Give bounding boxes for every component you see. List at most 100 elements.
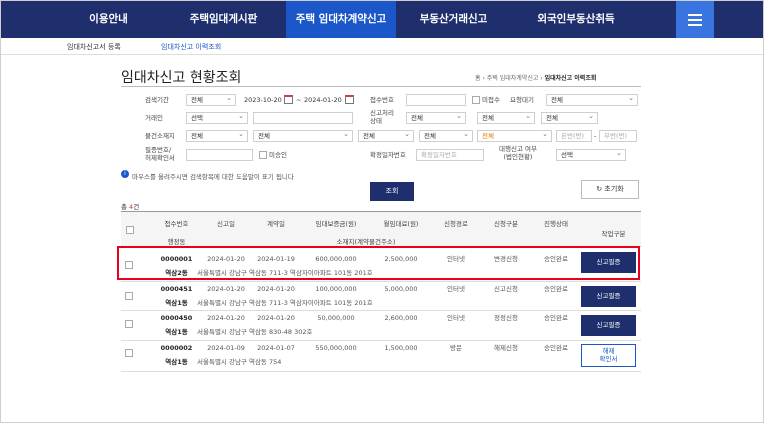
- th-contract-date: 계약일: [267, 220, 285, 228]
- addr-sido-select[interactable]: 전체: [186, 130, 248, 142]
- fixed-date-input[interactable]: 확정일자번호: [416, 149, 484, 161]
- nav-item-rent-report[interactable]: 주택 임대차계약신고: [286, 1, 396, 38]
- divider: [121, 310, 641, 311]
- row-report-date: 2024-01-20: [207, 285, 245, 293]
- subnav-register[interactable]: 임대차신고서 등록: [67, 42, 121, 52]
- row-checkbox[interactable]: [125, 320, 133, 328]
- result-count: 총 4건: [121, 201, 139, 211]
- status-select[interactable]: 전체: [406, 112, 466, 124]
- date-to[interactable]: 2024-01-20: [304, 95, 342, 105]
- th-action: 작업구분: [601, 230, 626, 238]
- target-select[interactable]: 선택: [556, 149, 626, 161]
- label-fixed-date: 확정일자번호: [370, 151, 406, 159]
- main-no-input[interactable]: 본번(번): [556, 130, 592, 142]
- unapproved-checkbox[interactable]: [259, 151, 267, 159]
- row-report-type: 해제신청: [494, 344, 518, 352]
- row-report-date: 2024-01-20: [207, 314, 245, 322]
- count-prefix: 총: [121, 203, 130, 211]
- label-period: 검색기간: [145, 96, 169, 104]
- row-status: 승인완료: [544, 344, 568, 352]
- cancel-confirm-button[interactable]: 해제 확인서: [581, 344, 636, 367]
- row-receipt-no[interactable]: 0000450: [149, 314, 204, 322]
- period-type-select[interactable]: 전체: [186, 94, 236, 106]
- addr-ri-select[interactable]: 전체: [419, 130, 473, 142]
- pending-select[interactable]: 전체: [546, 94, 638, 106]
- calendar-icon[interactable]: [345, 95, 354, 104]
- breadcrumb-current: 임대차신고 이력조회: [544, 75, 597, 82]
- receipt-no-input[interactable]: [406, 94, 466, 106]
- row-contract-date: 2024-01-07: [257, 344, 295, 352]
- breadcrumb: 홈 › 주택 임대차계약신고 › 임대차신고 이력조회: [475, 73, 596, 82]
- th-deposit: 임대보증금(원): [315, 220, 357, 228]
- calendar-icon[interactable]: [284, 95, 293, 104]
- subnav-history[interactable]: 임대차신고 이력조회: [161, 42, 221, 52]
- divider: [121, 340, 641, 341]
- th-status: 진행상태: [544, 220, 568, 228]
- trade-type-select[interactable]: 선택: [186, 112, 248, 124]
- row-contract-date: 2024-01-20: [257, 314, 295, 322]
- date-from[interactable]: 2023-10-20: [244, 95, 282, 105]
- label-pending: 요청대기: [510, 96, 534, 104]
- breadcrumb-section[interactable]: 주택 임대차계약신고: [487, 75, 539, 82]
- row-receipt-no[interactable]: 0000002: [149, 344, 204, 352]
- row-dong: 역삼1동: [165, 328, 188, 336]
- divider: [121, 281, 641, 282]
- divider: [121, 86, 641, 87]
- th-receipt-no: 접수번호: [164, 220, 189, 228]
- addr-sigungu-select[interactable]: 전체: [253, 130, 353, 142]
- certificate-button[interactable]: 신고필증: [581, 286, 636, 307]
- status-select-2[interactable]: 전체: [477, 112, 535, 124]
- certificate-button[interactable]: 신고필증: [581, 315, 636, 336]
- th-rent: 월임대료(원): [383, 220, 419, 228]
- search-button[interactable]: 조회: [370, 182, 414, 201]
- th-report-type: 신청구분: [494, 220, 518, 228]
- table-header: 접수번호 신고일 계약일 임대보증금(원) 월임대료(원) 신청경로 신청구분 …: [121, 211, 641, 247]
- th-report-date: 신고일: [217, 220, 235, 228]
- page: 이용안내 주택임대게시판 주택 임대차계약신고 부동산거래신고 외국인부동산취득…: [0, 0, 764, 423]
- nav-item-guide[interactable]: 이용안내: [56, 1, 161, 38]
- unreceived-checkbox[interactable]: [472, 96, 480, 104]
- breadcrumb-home[interactable]: 홈: [475, 75, 481, 82]
- label-unapproved: 미승인: [269, 151, 287, 159]
- nav-item-foreigner[interactable]: 외국인부동산취득: [516, 1, 636, 38]
- sub-no-input[interactable]: 부번(번): [599, 130, 637, 142]
- row-dong: 역삼1동: [165, 358, 188, 366]
- row-channel: 인터넷: [447, 285, 465, 293]
- status-select-3[interactable]: 전체: [541, 112, 598, 124]
- select-all-checkbox[interactable]: [126, 226, 134, 234]
- label-trade-type: 거래인: [145, 114, 163, 122]
- row-contract-date: 2024-01-20: [257, 285, 295, 293]
- row-status: 승인완료: [544, 314, 568, 322]
- date-sep: ~: [296, 96, 302, 104]
- nav-item-board[interactable]: 주택임대게시판: [171, 1, 276, 38]
- label-property: 물건소재지: [145, 132, 175, 140]
- trade-name-input[interactable]: [253, 112, 353, 124]
- nav-item-real-estate[interactable]: 부동산거래신고: [406, 1, 501, 38]
- row-address: 서울특별시 강남구 역삼동 830-48 302호: [197, 328, 313, 336]
- row-rent: 5,000,000: [384, 285, 418, 293]
- addr-bunji-select[interactable]: 전체: [477, 130, 552, 142]
- row-deposit: 50,000,000: [317, 314, 355, 322]
- confirm-no-input[interactable]: [186, 149, 253, 161]
- reset-button[interactable]: ↻ 초기화: [581, 180, 639, 199]
- th-channel: 신청경로: [444, 220, 468, 228]
- th-address: 소재지(계약물건주소): [336, 238, 396, 246]
- row-rent: 2,600,000: [384, 314, 418, 322]
- page-title: 임대차신고 현황조회: [121, 70, 242, 86]
- row-checkbox[interactable]: [125, 349, 133, 357]
- addr-dong-select[interactable]: 전체: [358, 130, 414, 142]
- label-status: 신고처리 상태: [370, 109, 394, 125]
- row-deposit: 550,000,000: [315, 344, 357, 352]
- row-report-type: 신고신청: [494, 285, 518, 293]
- row-deposit: 100,000,000: [315, 285, 357, 293]
- row-report-date: 2024-01-09: [207, 344, 245, 352]
- label-target: 대행신고 여부 (법인현황): [499, 145, 537, 161]
- menu-icon[interactable]: [676, 1, 714, 38]
- row-checkbox[interactable]: [125, 292, 133, 300]
- row-dong: 역삼1동: [165, 299, 188, 307]
- divider: [121, 371, 641, 372]
- sub-nav: 임대차신고서 등록 임대차신고 이력조회: [1, 38, 763, 55]
- label-confirm: 필증번호/ 허제확인서: [145, 146, 175, 162]
- info-icon: i: [121, 170, 129, 178]
- row-receipt-no[interactable]: 0000451: [149, 285, 204, 293]
